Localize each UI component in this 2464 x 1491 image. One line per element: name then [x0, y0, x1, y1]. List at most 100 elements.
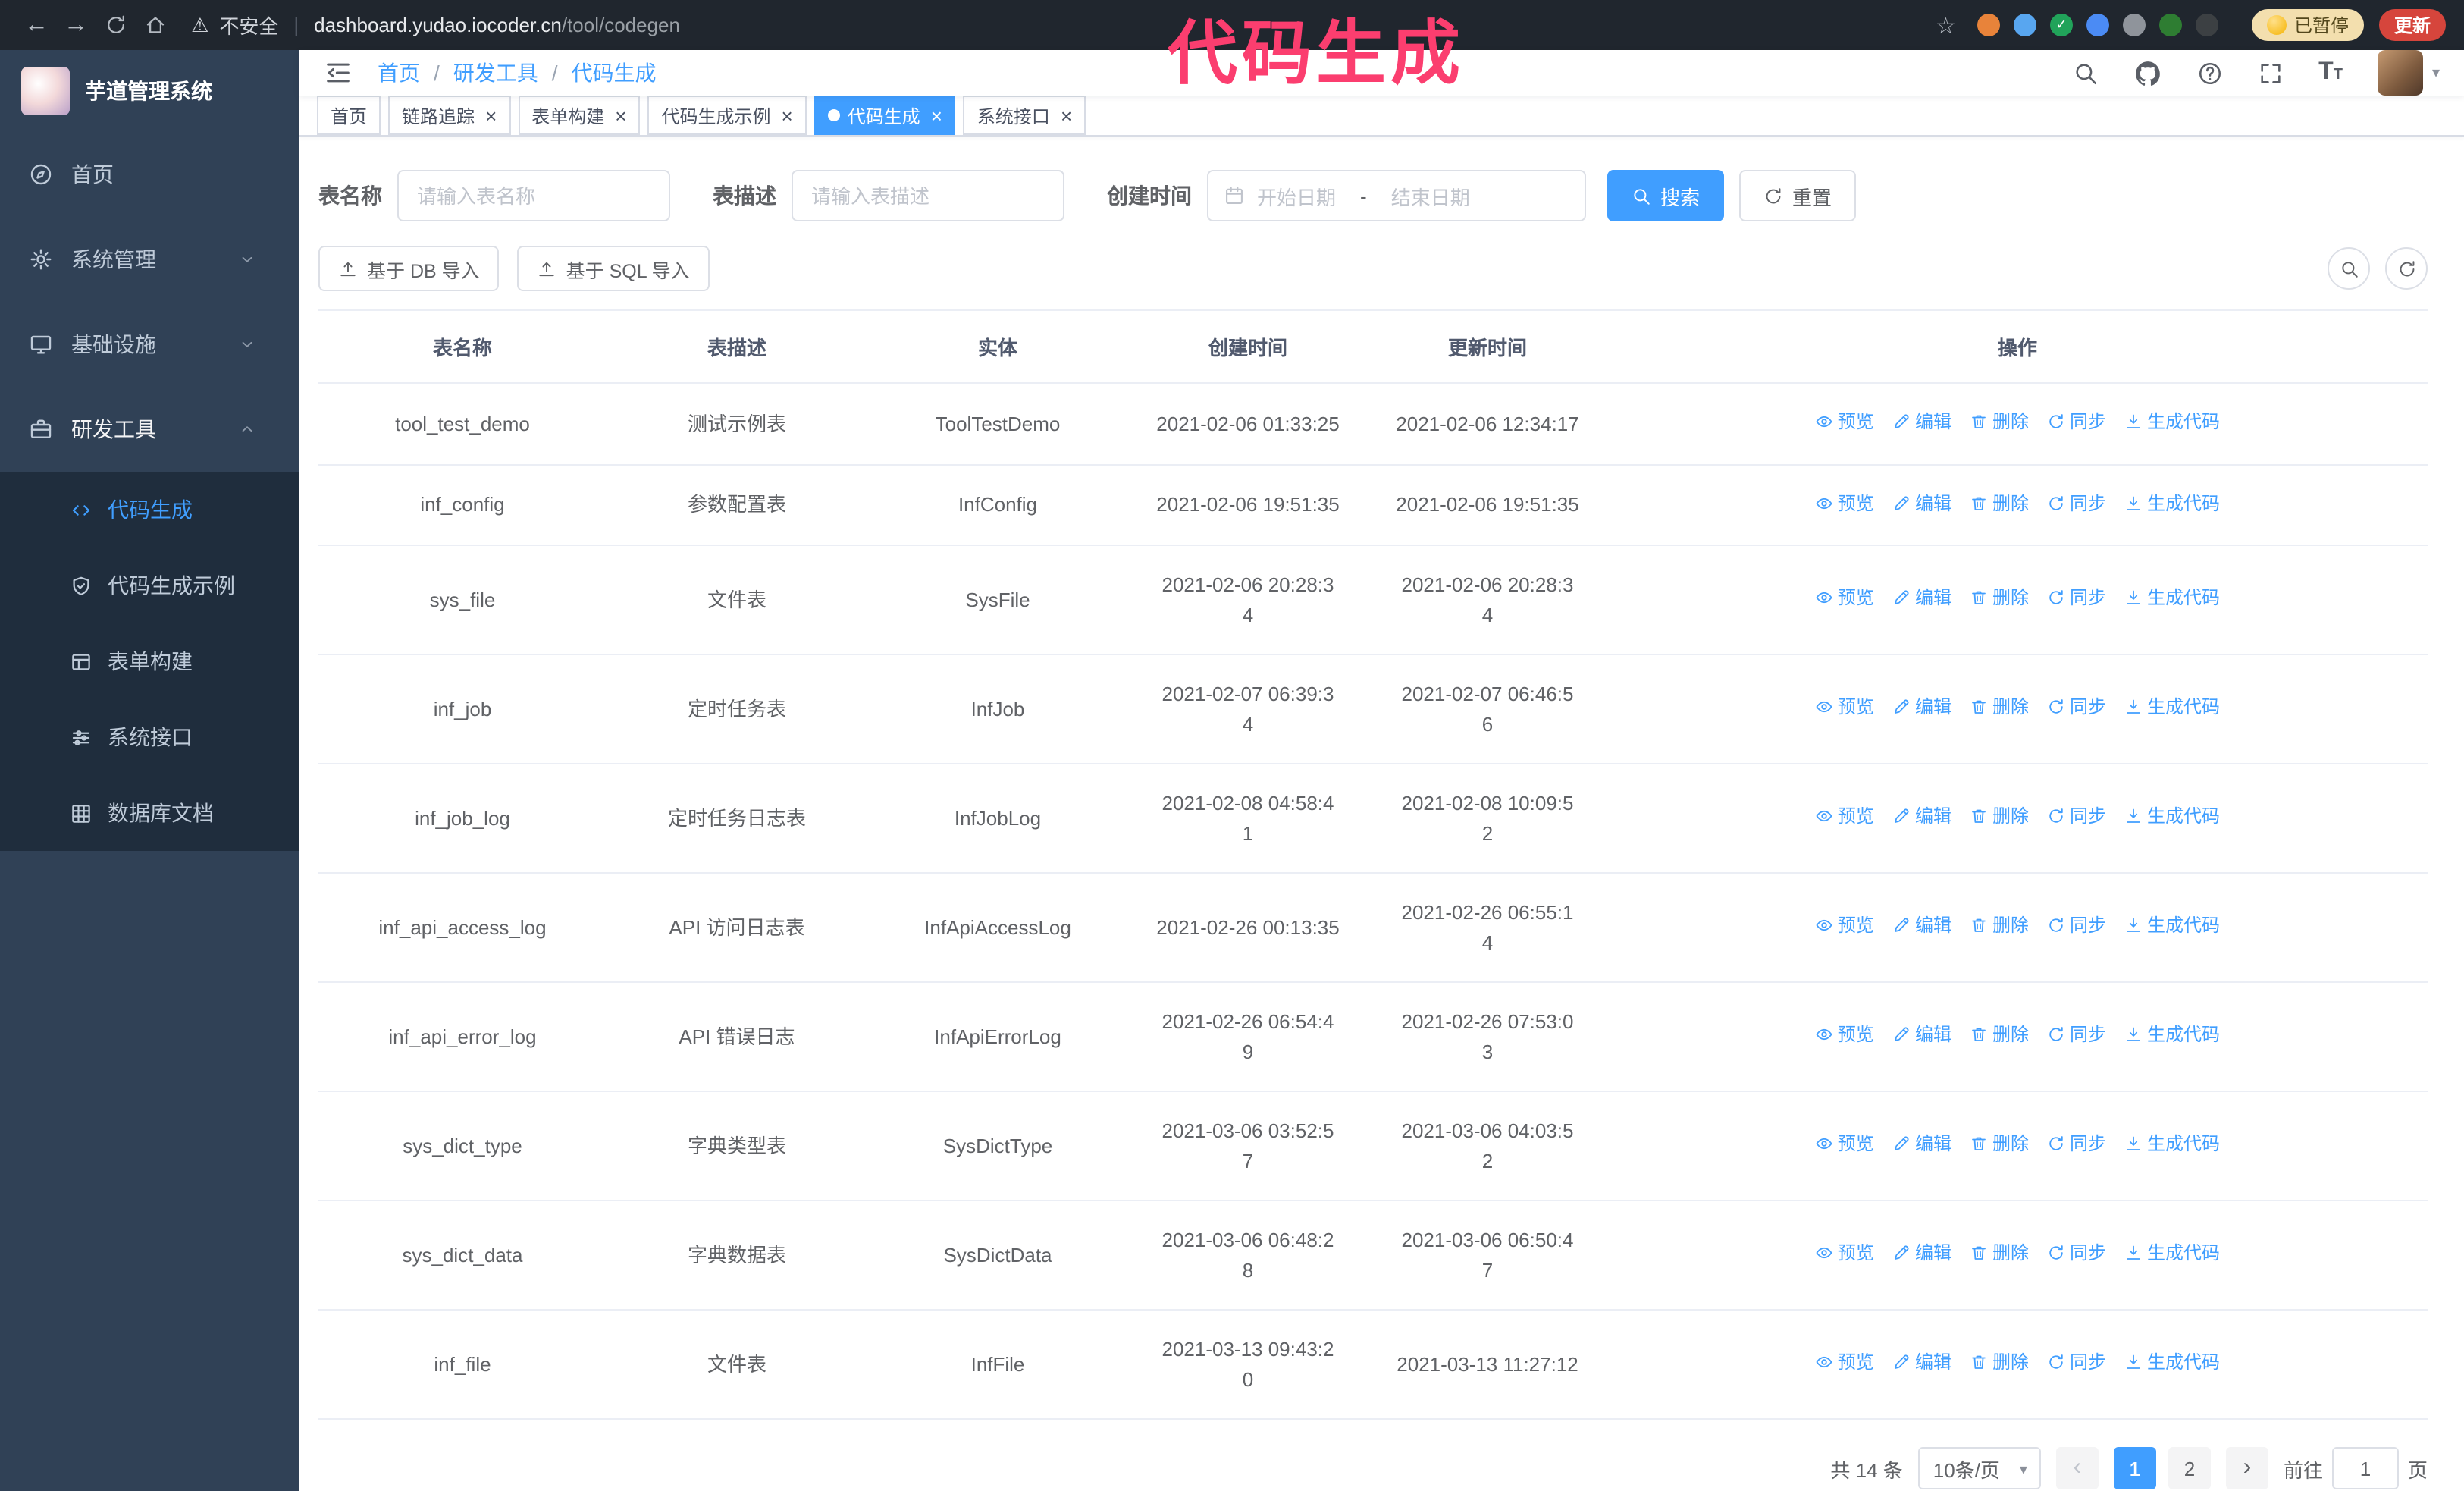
preview-action-link[interactable]: 预览: [1815, 1022, 1874, 1049]
page-button-1[interactable]: 1: [2113, 1447, 2156, 1489]
generate-action-link[interactable]: 生成代码: [2124, 1349, 2220, 1376]
sync-action-link[interactable]: 同步: [2047, 694, 2106, 721]
edit-action-link[interactable]: 编辑: [1892, 489, 1951, 516]
generate-action-link[interactable]: 生成代码: [2124, 912, 2220, 940]
generate-action-link[interactable]: 生成代码: [2124, 803, 2220, 830]
edit-action-link[interactable]: 编辑: [1892, 912, 1951, 940]
logo[interactable]: 芋道管理系统: [0, 50, 299, 132]
sync-action-link[interactable]: 同步: [2047, 803, 2106, 830]
prev-page-button[interactable]: ‹: [2055, 1447, 2099, 1489]
sidebar-subitem-0[interactable]: 代码生成: [0, 472, 299, 548]
extension-icon[interactable]: [2158, 14, 2182, 36]
preview-action-link[interactable]: 预览: [1815, 1131, 1874, 1158]
delete-action-link[interactable]: 删除: [1970, 585, 2029, 612]
page-button-2[interactable]: 2: [2168, 1447, 2211, 1489]
delete-action-link[interactable]: 删除: [1970, 1131, 2029, 1158]
tab-close-icon[interactable]: ×: [931, 105, 942, 125]
page-size-select[interactable]: 10条/页 ▾: [1917, 1447, 2041, 1489]
tab-close-icon[interactable]: ×: [782, 105, 793, 125]
table-desc-input[interactable]: [792, 170, 1064, 221]
extension-icon[interactable]: [2086, 14, 2109, 36]
search-button[interactable]: 搜索: [1607, 170, 1725, 221]
delete-action-link[interactable]: 删除: [1970, 489, 2029, 516]
address-bar[interactable]: ⚠ 不安全 | dashboard.yudao.iocoder.cn/tool/…: [191, 11, 1917, 39]
sync-action-link[interactable]: 同步: [2047, 489, 2106, 516]
search-icon[interactable]: [2073, 60, 2099, 86]
generate-action-link[interactable]: 生成代码: [2124, 408, 2220, 435]
delete-action-link[interactable]: 删除: [1970, 1349, 2029, 1376]
generate-action-link[interactable]: 生成代码: [2124, 489, 2220, 516]
sync-action-link[interactable]: 同步: [2047, 408, 2106, 435]
tab-0[interactable]: 首页: [317, 96, 381, 135]
sidebar-subitem-1[interactable]: 代码生成示例: [0, 548, 299, 623]
breadcrumb-item[interactable]: 首页: [378, 58, 420, 88]
preview-action-link[interactable]: 预览: [1815, 408, 1874, 435]
table-name-input[interactable]: [397, 170, 670, 221]
preview-action-link[interactable]: 预览: [1815, 912, 1874, 940]
bookmark-star-icon[interactable]: ☆: [1936, 11, 1956, 39]
extension-icon[interactable]: [1977, 14, 2000, 36]
tab-2[interactable]: 表单构建 ×: [518, 96, 641, 135]
sidebar-item-3[interactable]: 研发工具: [0, 387, 299, 472]
browser-refresh-icon[interactable]: [103, 13, 127, 37]
sync-action-link[interactable]: 同步: [2047, 1349, 2106, 1376]
edit-action-link[interactable]: 编辑: [1892, 408, 1951, 435]
edit-action-link[interactable]: 编辑: [1892, 694, 1951, 721]
generate-action-link[interactable]: 生成代码: [2124, 1022, 2220, 1049]
sidebar-item-1[interactable]: 系统管理: [0, 217, 299, 302]
sidebar-subitem-4[interactable]: 数据库文档: [0, 775, 299, 851]
paused-chip[interactable]: 已暂停: [2251, 9, 2364, 41]
breadcrumb-item[interactable]: 代码生成: [572, 58, 657, 88]
user-menu[interactable]: ▾: [2377, 50, 2440, 96]
sync-action-link[interactable]: 同步: [2047, 1131, 2106, 1158]
fullscreen-icon[interactable]: [2258, 60, 2284, 86]
sync-action-link[interactable]: 同步: [2047, 585, 2106, 612]
generate-action-link[interactable]: 生成代码: [2124, 1131, 2220, 1158]
edit-action-link[interactable]: 编辑: [1892, 1022, 1951, 1049]
edit-action-link[interactable]: 编辑: [1892, 803, 1951, 830]
extension-icon[interactable]: ✓: [2049, 14, 2073, 36]
sync-action-link[interactable]: 同步: [2047, 1240, 2106, 1267]
refresh-table-button[interactable]: [2385, 247, 2428, 290]
edit-action-link[interactable]: 编辑: [1892, 1131, 1951, 1158]
edit-action-link[interactable]: 编辑: [1892, 1240, 1951, 1267]
tab-close-icon[interactable]: ×: [615, 105, 626, 125]
tab-4[interactable]: 代码生成 ×: [813, 96, 956, 135]
delete-action-link[interactable]: 删除: [1970, 912, 2029, 940]
tab-1[interactable]: 链路追踪 ×: [388, 96, 511, 135]
font-size-icon[interactable]: TT: [2318, 59, 2343, 86]
delete-action-link[interactable]: 删除: [1970, 408, 2029, 435]
reset-button[interactable]: 重置: [1739, 170, 1857, 221]
delete-action-link[interactable]: 删除: [1970, 1022, 2029, 1049]
breadcrumb-item[interactable]: 研发工具: [453, 58, 538, 88]
tab-close-icon[interactable]: ×: [1061, 105, 1072, 125]
import-sql-button[interactable]: 基于 SQL 导入: [517, 246, 710, 291]
delete-action-link[interactable]: 删除: [1970, 803, 2029, 830]
next-page-button[interactable]: ›: [2225, 1447, 2268, 1489]
extension-icon[interactable]: [2122, 14, 2146, 36]
goto-page-input[interactable]: [2331, 1447, 2399, 1489]
sidebar-subitem-2[interactable]: 表单构建: [0, 623, 299, 699]
browser-forward-icon[interactable]: →: [58, 7, 94, 43]
extension-icon[interactable]: [2013, 14, 2036, 36]
tab-5[interactable]: 系统接口 ×: [963, 96, 1086, 135]
edit-action-link[interactable]: 编辑: [1892, 585, 1951, 612]
help-icon[interactable]: [2197, 60, 2223, 86]
delete-action-link[interactable]: 删除: [1970, 1240, 2029, 1267]
sidebar-fold-icon[interactable]: [323, 58, 353, 88]
delete-action-link[interactable]: 删除: [1970, 694, 2029, 721]
sidebar-subitem-3[interactable]: 系统接口: [0, 699, 299, 775]
generate-action-link[interactable]: 生成代码: [2124, 585, 2220, 612]
update-button[interactable]: 更新: [2378, 9, 2446, 41]
browser-back-icon[interactable]: ←: [18, 7, 55, 43]
github-icon[interactable]: [2133, 58, 2162, 87]
browser-home-icon[interactable]: [143, 13, 167, 37]
edit-action-link[interactable]: 编辑: [1892, 1349, 1951, 1376]
extension-icon[interactable]: [2195, 14, 2218, 36]
date-range-picker[interactable]: 开始日期 - 结束日期: [1207, 170, 1586, 221]
sync-action-link[interactable]: 同步: [2047, 912, 2106, 940]
generate-action-link[interactable]: 生成代码: [2124, 694, 2220, 721]
import-db-button[interactable]: 基于 DB 导入: [318, 246, 500, 291]
sidebar-item-2[interactable]: 基础设施: [0, 302, 299, 387]
preview-action-link[interactable]: 预览: [1815, 803, 1874, 830]
